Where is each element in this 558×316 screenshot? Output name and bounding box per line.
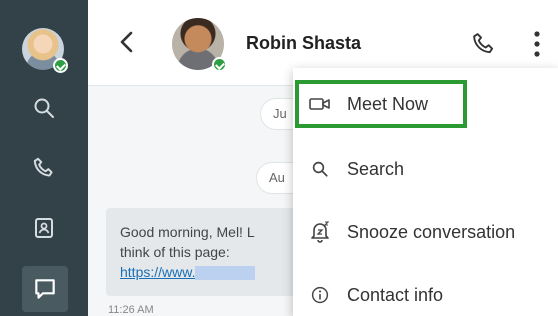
- rail-messages-button[interactable]: [22, 266, 68, 312]
- message-text-line: think of this page:: [120, 244, 230, 260]
- more-options-menu: Meet Now Search Snooze conversation Cont…: [293, 68, 558, 316]
- menu-item-label: Contact info: [347, 284, 444, 305]
- menu-item-snooze-conversation[interactable]: Snooze conversation: [293, 208, 558, 256]
- user-avatar[interactable]: [22, 28, 68, 73]
- contact-name[interactable]: Robin Shasta: [246, 33, 361, 54]
- highlight-frame: [295, 80, 467, 128]
- more-vertical-icon: [534, 31, 540, 57]
- more-options-button[interactable]: [532, 29, 542, 64]
- info-icon: [293, 286, 347, 304]
- rail-calls-button[interactable]: [24, 148, 64, 188]
- rail-search-button[interactable]: [24, 88, 64, 128]
- menu-item-label: Search: [347, 158, 405, 179]
- message-text-line: Good morning, Mel! L: [120, 224, 255, 240]
- phone-icon: [473, 33, 494, 54]
- presence-available-icon: [212, 57, 227, 72]
- contact-avatar[interactable]: [172, 18, 227, 72]
- search-icon: [34, 98, 54, 118]
- back-button[interactable]: [116, 30, 138, 59]
- menu-item-contact-info[interactable]: Contact info: [293, 271, 558, 316]
- chat-bubble-icon: [35, 279, 55, 299]
- call-button[interactable]: [470, 30, 498, 63]
- left-rail: [0, 0, 88, 316]
- message-bubble: Good morning, Mel! L think of this page:…: [106, 208, 306, 296]
- redacted-block: [195, 266, 256, 281]
- menu-item-label: Snooze conversation: [347, 221, 516, 242]
- phone-icon: [33, 157, 53, 177]
- search-icon: [293, 160, 347, 178]
- rail-contacts-button[interactable]: [24, 208, 64, 248]
- snooze-bell-icon: [293, 221, 347, 243]
- chevron-left-icon: [120, 31, 133, 53]
- message-timestamp: 11:26 AM: [108, 304, 154, 316]
- contacts-icon: [35, 218, 53, 238]
- message-link[interactable]: https://www.: [120, 264, 195, 280]
- presence-available-icon: [53, 58, 68, 73]
- menu-item-search[interactable]: Search: [293, 145, 558, 193]
